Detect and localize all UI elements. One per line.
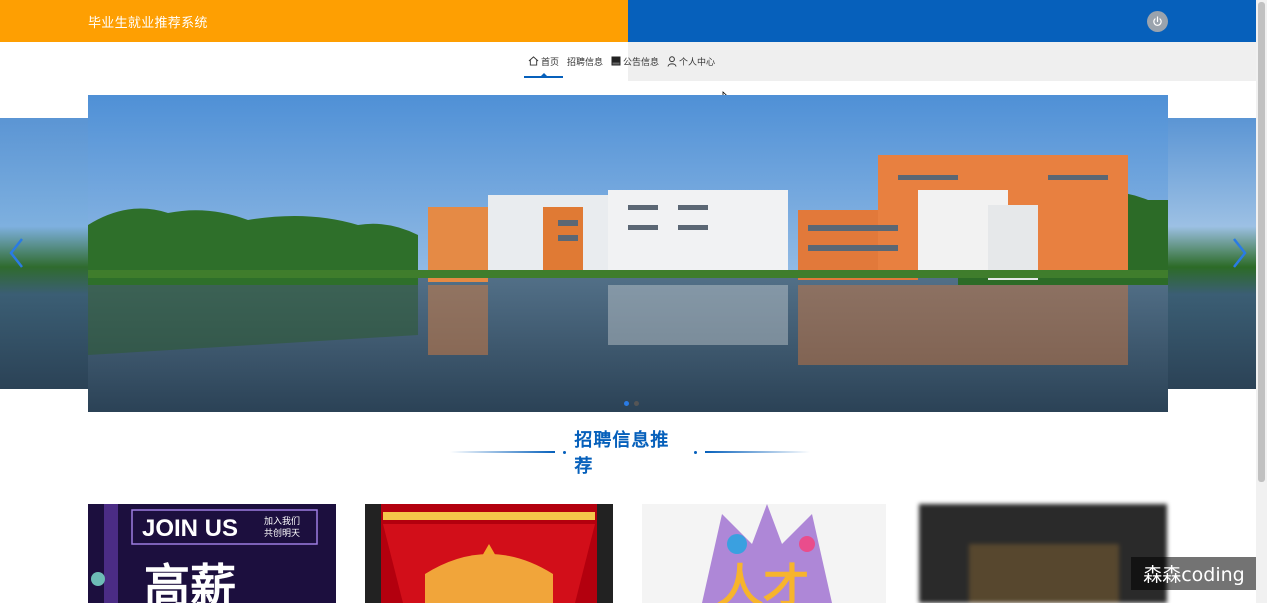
nav-item-label: 首页 (541, 57, 560, 68)
nav-item-label: 招聘信息 (567, 57, 604, 68)
carousel-dot[interactable] (634, 401, 639, 406)
user-icon (667, 55, 677, 67)
carousel-next-button[interactable] (1230, 236, 1250, 270)
watermark: 森森coding (1131, 557, 1257, 590)
job-card-image (365, 504, 613, 603)
section-heading: 招聘信息推荐 (450, 430, 810, 477)
banner-carousel[interactable] (88, 95, 1168, 412)
notice-icon (611, 56, 621, 66)
campus-lake-image (88, 95, 1168, 412)
nav-item-label: 个人中心 (679, 57, 716, 68)
card-text: 高薪 (144, 559, 236, 603)
card-text: JOIN US (142, 515, 238, 542)
nav-item-home[interactable]: 首页 (524, 42, 564, 80)
heading-line-left (450, 451, 556, 453)
chevron-right-icon (1233, 238, 1247, 268)
heading-line-right (704, 451, 810, 453)
nav-item-label: 公告信息 (623, 57, 660, 68)
chevron-left-icon (9, 238, 23, 268)
job-card-image: JOIN US 加入我们共创明天 高薪 (88, 504, 336, 603)
carousel-indicators (624, 401, 639, 406)
nav-item-notices[interactable]: 公告信息 (607, 42, 663, 80)
job-card-image (919, 504, 1167, 603)
home-icon (528, 56, 539, 66)
job-card[interactable]: JOIN US 加入我们共创明天 高薪 (88, 504, 336, 603)
app-title: 毕业生就业推荐系统 (88, 16, 208, 31)
heading-dot (563, 450, 567, 454)
heading-dot (693, 450, 697, 454)
card-text: 人才 (717, 559, 809, 603)
logout-button[interactable] (1147, 11, 1168, 32)
carousel-prev-button[interactable] (6, 236, 26, 270)
nav-item-profile[interactable]: 个人中心 (663, 42, 719, 80)
main-nav: 首页 招聘信息 公告信息 个人中心 (524, 42, 719, 80)
job-card[interactable] (365, 504, 613, 603)
section-title: 招聘信息推荐 (574, 430, 670, 477)
app-header: 毕业生就业推荐系统 (0, 0, 1256, 42)
power-icon (1153, 16, 1162, 26)
nav-background (628, 42, 1256, 81)
job-card[interactable]: 人才 (642, 504, 886, 603)
nav-item-jobs[interactable]: 招聘信息 (563, 42, 607, 80)
carousel-dot[interactable] (624, 401, 629, 406)
job-card-image: 人才 (642, 504, 886, 603)
scrollbar-thumb[interactable] (1258, 2, 1265, 482)
job-card[interactable] (919, 504, 1167, 603)
